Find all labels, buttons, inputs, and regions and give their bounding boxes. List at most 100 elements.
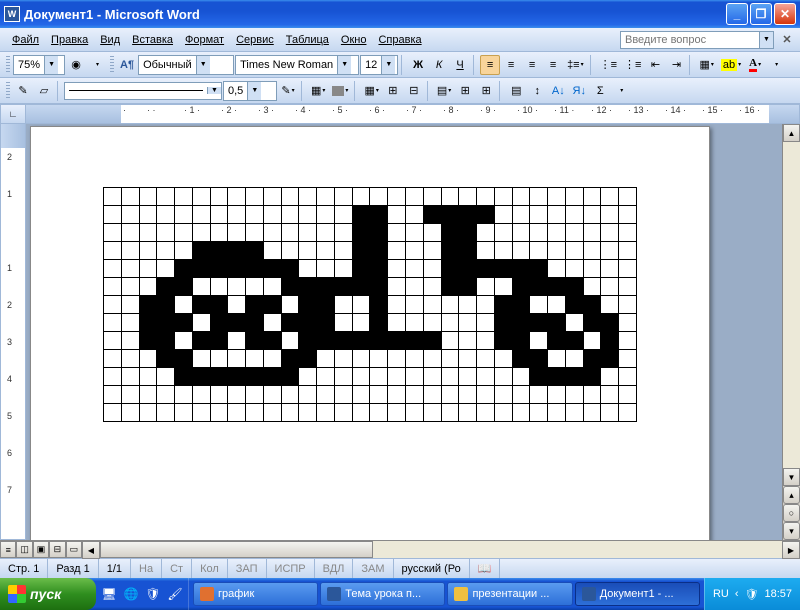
- ql-icon[interactable]: 🖥: [100, 585, 118, 603]
- increase-indent-button[interactable]: ⇥: [666, 55, 686, 75]
- outline-view-button[interactable]: ⊟: [49, 541, 65, 558]
- line-weight-select[interactable]: 0,5▼: [223, 81, 277, 101]
- pixel-art-table[interactable]: [103, 187, 637, 422]
- align-center-button[interactable]: ≡: [501, 55, 521, 75]
- tray-clock[interactable]: 18:57: [764, 588, 792, 600]
- maximize-button[interactable]: ❐: [750, 3, 772, 25]
- task-button[interactable]: график: [193, 582, 318, 606]
- italic-button[interactable]: К: [429, 55, 449, 75]
- tray-lang[interactable]: RU: [713, 588, 729, 600]
- tab-selector[interactable]: ∟: [0, 104, 26, 124]
- scroll-left-button[interactable]: ◀: [82, 541, 100, 559]
- insert-table-button[interactable]: ▦▾: [361, 81, 381, 101]
- menu-window[interactable]: Окно: [335, 32, 373, 48]
- close-doc-button[interactable]: ✕: [780, 33, 794, 47]
- hscroll-track[interactable]: [100, 541, 782, 558]
- font-select[interactable]: Times New Roman▼: [235, 55, 359, 75]
- font-size-select[interactable]: 12▼: [360, 55, 398, 75]
- distribute-cols-button[interactable]: ⊞: [476, 81, 496, 101]
- align-cells-button[interactable]: ▤▾: [434, 81, 454, 101]
- draw-table-icon[interactable]: ✎: [13, 81, 33, 101]
- font-color-button[interactable]: A▾: [745, 55, 765, 75]
- toolbar-options[interactable]: ▾: [87, 55, 107, 75]
- ql-icon[interactable]: 🖌: [166, 585, 184, 603]
- border-color-button[interactable]: ✎▾: [278, 81, 298, 101]
- shading-color-button[interactable]: ▾: [329, 81, 351, 101]
- tray-icon[interactable]: 🛡: [745, 588, 759, 601]
- menu-file[interactable]: Файл: [6, 32, 45, 48]
- sort-desc-button[interactable]: Я↓: [569, 81, 589, 101]
- status-trk[interactable]: ИСПР: [267, 559, 315, 578]
- zoom-select[interactable]: 75%▼: [13, 55, 65, 75]
- distribute-rows-button[interactable]: ⊞: [455, 81, 475, 101]
- task-button[interactable]: Тема урока п...: [320, 582, 445, 606]
- numbered-list-button[interactable]: ⋮≡: [597, 55, 620, 75]
- vertical-scrollbar[interactable]: ▲ ▼ ▴ ○ ▾: [782, 124, 800, 540]
- menu-view[interactable]: Вид: [94, 32, 126, 48]
- help-icon[interactable]: ◉: [66, 55, 86, 75]
- text-direction-button[interactable]: ↕: [527, 81, 547, 101]
- menu-format[interactable]: Формат: [179, 32, 230, 48]
- start-button[interactable]: пуск: [0, 578, 96, 610]
- help-search-input[interactable]: [620, 31, 760, 49]
- system-tray: RU ‹ 🛡 18:57: [704, 578, 800, 610]
- browse-object-button[interactable]: ○: [783, 504, 800, 522]
- taskbar: пуск 🖥 🌐 🛡 🖌 график Тема урока п... през…: [0, 578, 800, 610]
- close-button[interactable]: ✕: [774, 3, 796, 25]
- status-language[interactable]: русский (Ро: [394, 559, 470, 578]
- minimize-button[interactable]: _: [726, 3, 748, 25]
- menu-edit[interactable]: Правка: [45, 32, 94, 48]
- split-cells-button[interactable]: ⊟: [404, 81, 424, 101]
- task-button[interactable]: презентации ...: [447, 582, 572, 606]
- document-viewport[interactable]: [26, 124, 782, 540]
- toolbar-handle[interactable]: [110, 56, 114, 74]
- toolbar-handle[interactable]: [6, 56, 10, 74]
- print-view-button[interactable]: ▣: [33, 541, 49, 558]
- align-left-button[interactable]: ≡: [480, 55, 500, 75]
- help-search-dropdown[interactable]: ▼: [760, 31, 774, 49]
- align-right-button[interactable]: ≡: [522, 55, 542, 75]
- styles-pane-icon[interactable]: А¶: [117, 55, 137, 75]
- scroll-down-button[interactable]: ▼: [783, 468, 800, 486]
- menu-insert[interactable]: Вставка: [126, 32, 179, 48]
- horizontal-ruler[interactable]: · 3 ·· 2 ·· 1 ·· ·· 1 ·· 2 ·· 3 ·· 4 ·· …: [26, 104, 800, 124]
- menu-help[interactable]: Справка: [372, 32, 427, 48]
- underline-button[interactable]: Ч: [450, 55, 470, 75]
- menu-table[interactable]: Таблица: [280, 32, 335, 48]
- bold-button[interactable]: Ж: [408, 55, 428, 75]
- vertical-ruler[interactable]: 211234567: [0, 124, 26, 540]
- ql-icon[interactable]: 🛡: [144, 585, 162, 603]
- borders-button[interactable]: ▦▾: [696, 55, 716, 75]
- next-page-button[interactable]: ▾: [783, 522, 800, 540]
- status-ovr[interactable]: ЗАМ: [353, 559, 393, 578]
- reading-view-button[interactable]: ▭: [66, 541, 82, 558]
- merge-cells-button[interactable]: ⊞: [383, 81, 403, 101]
- eraser-icon[interactable]: ▱: [34, 81, 54, 101]
- status-spellcheck-icon[interactable]: 📖: [470, 559, 501, 578]
- line-spacing-button[interactable]: ‡≡▾: [564, 55, 587, 75]
- scroll-up-button[interactable]: ▲: [783, 124, 800, 142]
- autosum-button[interactable]: Σ: [590, 81, 610, 101]
- prev-page-button[interactable]: ▴: [783, 486, 800, 504]
- align-justify-button[interactable]: ≡: [543, 55, 563, 75]
- status-ext[interactable]: ВДЛ: [315, 559, 354, 578]
- sort-asc-button[interactable]: А↓: [548, 81, 568, 101]
- toolbar-handle[interactable]: [6, 82, 10, 100]
- bulleted-list-button[interactable]: ⋮≡: [621, 55, 644, 75]
- menu-tools[interactable]: Сервис: [230, 32, 280, 48]
- outside-border-button[interactable]: ▦▾: [308, 81, 328, 101]
- tray-icon[interactable]: ‹: [735, 588, 739, 600]
- scroll-right-button[interactable]: ▶: [782, 541, 800, 559]
- web-view-button[interactable]: ◫: [16, 541, 32, 558]
- style-select[interactable]: Обычный▼: [138, 55, 234, 75]
- task-button[interactable]: Документ1 - ...: [575, 582, 700, 606]
- ql-icon[interactable]: 🌐: [122, 585, 140, 603]
- toolbar-options[interactable]: ▾: [766, 55, 786, 75]
- normal-view-button[interactable]: ≡: [0, 541, 16, 558]
- toolbar-options[interactable]: ▾: [611, 81, 631, 101]
- line-style-select[interactable]: ▼: [64, 82, 222, 100]
- highlight-button[interactable]: ab▾: [718, 55, 744, 75]
- decrease-indent-button[interactable]: ⇤: [645, 55, 665, 75]
- status-rec[interactable]: ЗАП: [228, 559, 267, 578]
- table-autoformat-button[interactable]: ▤: [506, 81, 526, 101]
